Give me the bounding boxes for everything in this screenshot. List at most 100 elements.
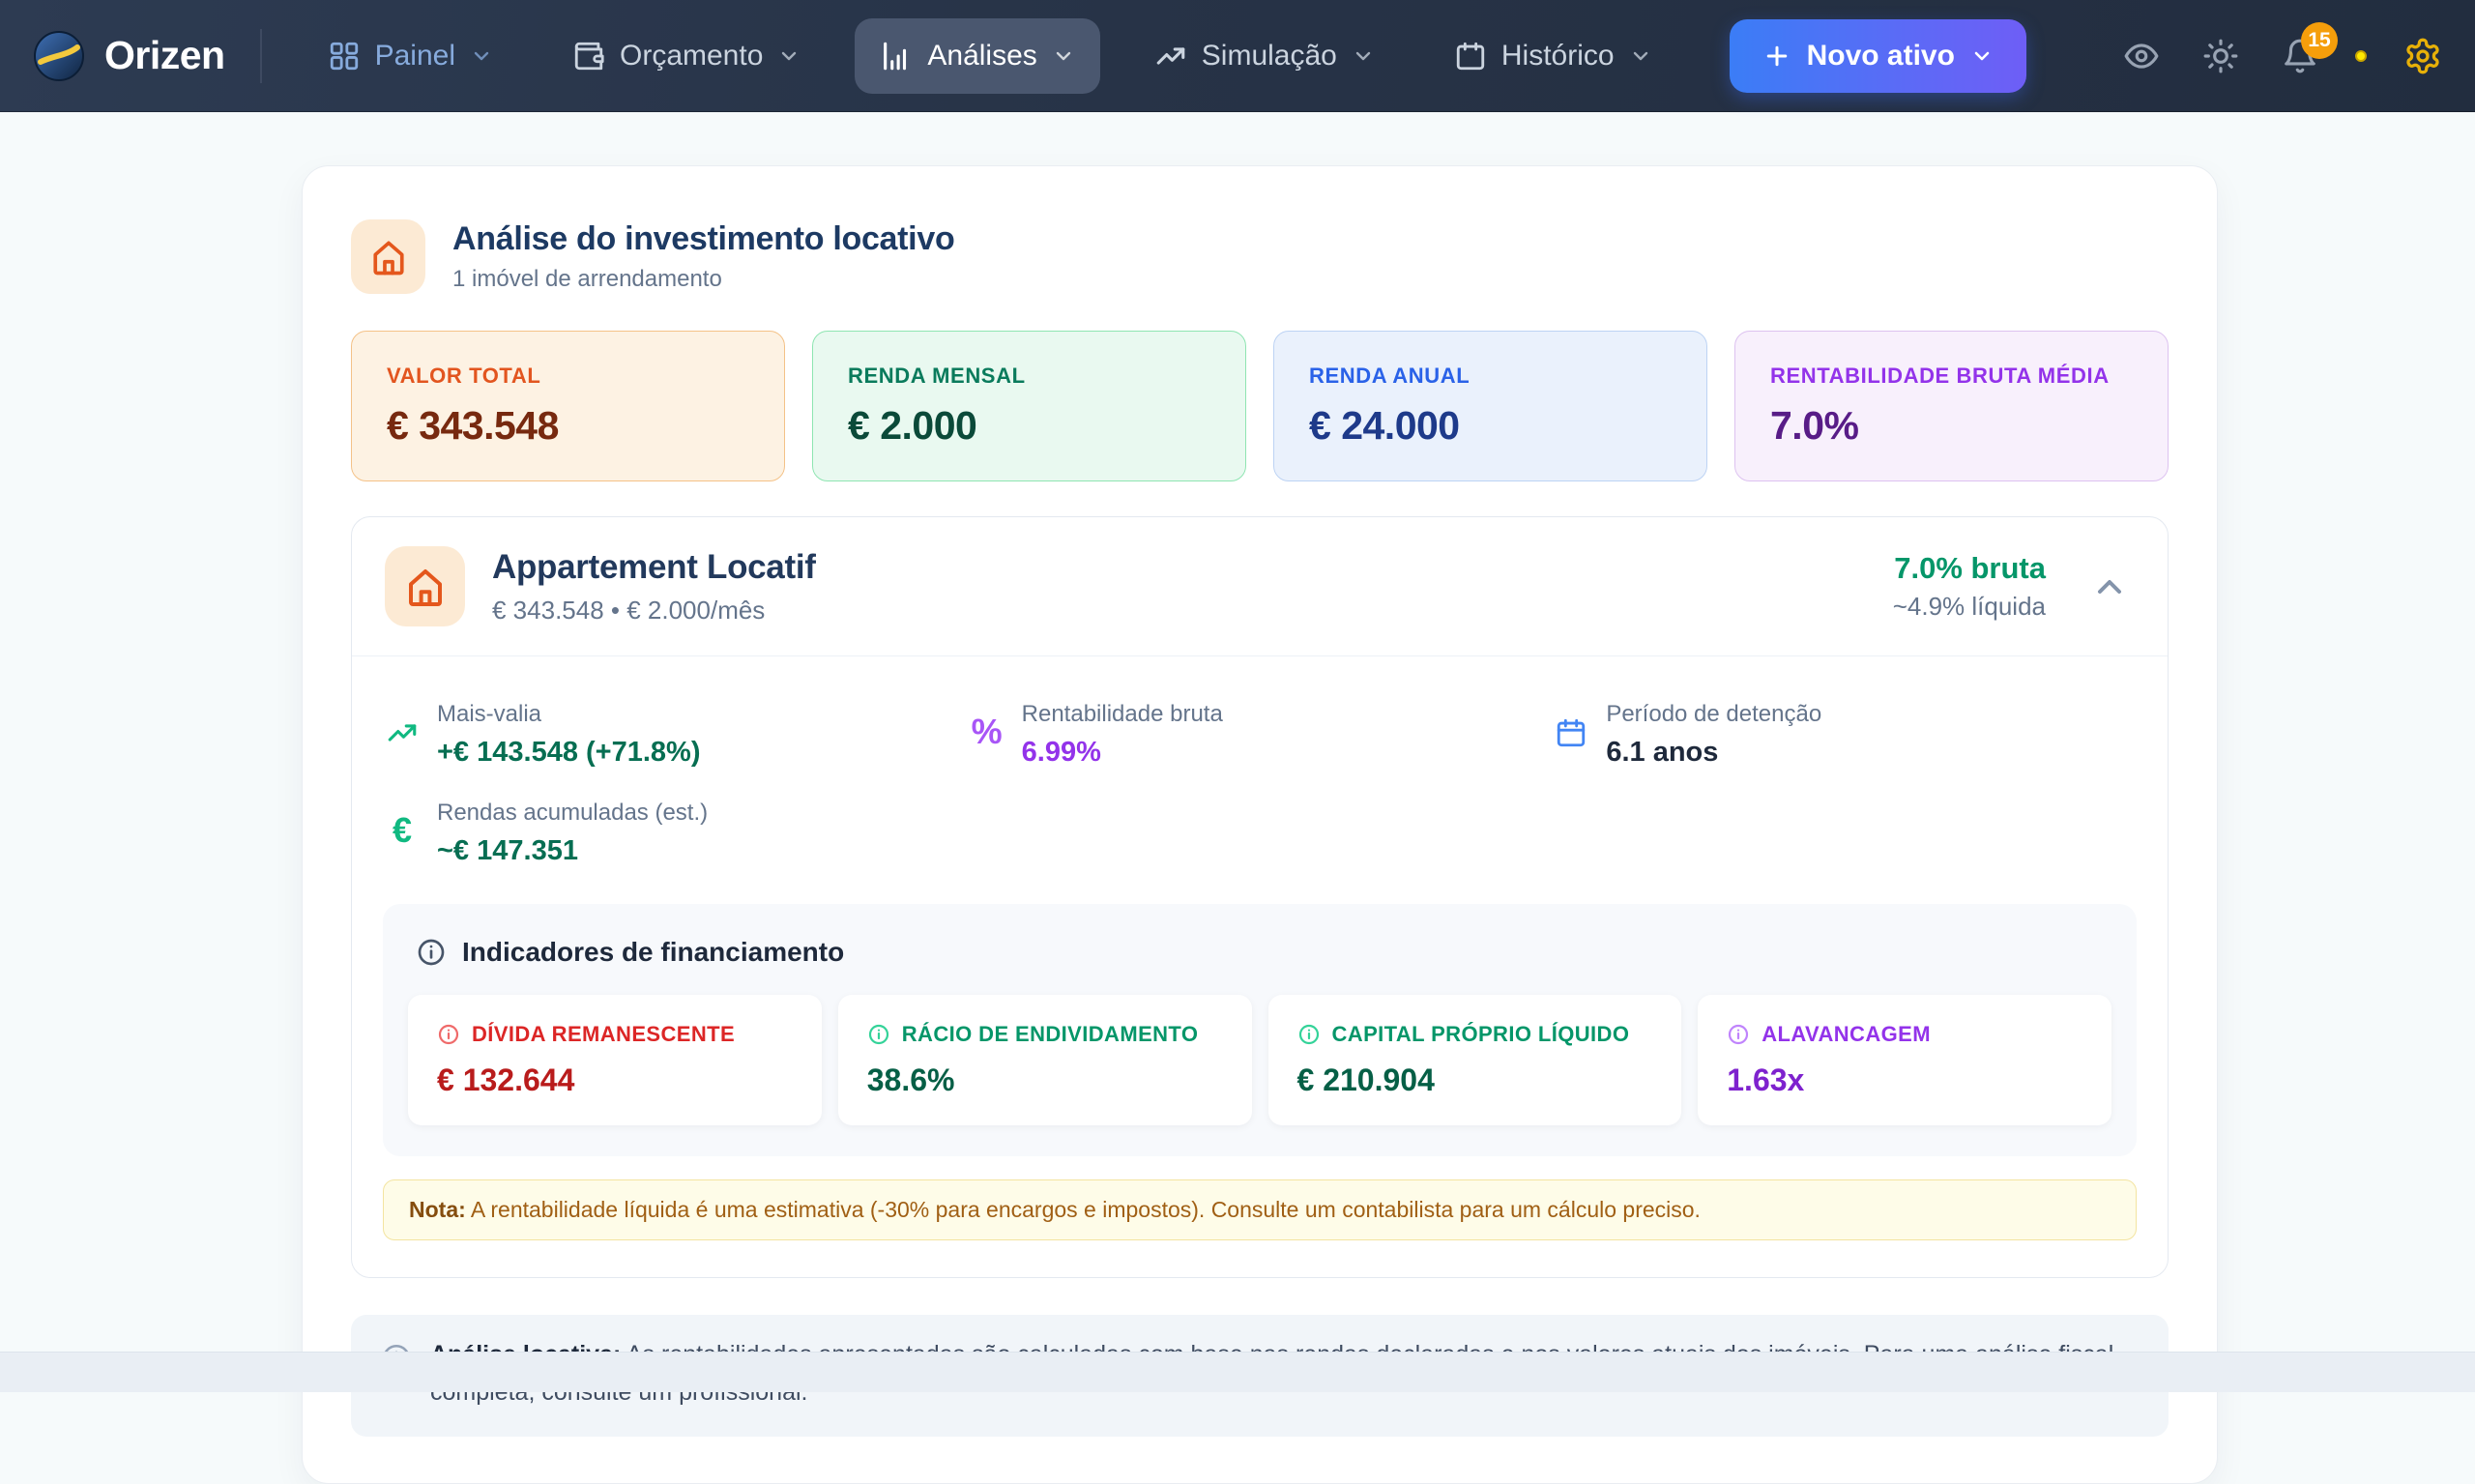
- metric-value: 6.99%: [1022, 737, 1223, 769]
- financing-value: € 132.644: [437, 1062, 793, 1098]
- metric-label: Mais-valia: [437, 701, 700, 728]
- trending-up-icon: [1154, 40, 1187, 73]
- nav-item-orcamento[interactable]: Orçamento: [547, 18, 826, 94]
- financing-label: CAPITAL PRÓPRIO LÍQUIDO: [1332, 1022, 1630, 1047]
- privacy-eye-button[interactable]: [2123, 38, 2160, 74]
- top-navbar: Orizen Painel Orçamento: [0, 0, 2475, 112]
- note-label: Nota:: [409, 1197, 466, 1222]
- nav-label: Histórico: [1501, 40, 1615, 73]
- stat-value: € 343.548: [387, 403, 749, 449]
- calendar-icon: [1552, 701, 1590, 769]
- nav-item-historico[interactable]: Histórico: [1429, 18, 1677, 94]
- notifications-button[interactable]: 15: [2282, 38, 2318, 74]
- euro-icon: €: [383, 800, 422, 867]
- new-asset-label: Novo ativo: [1807, 40, 1955, 73]
- nav-label: Simulação: [1202, 40, 1337, 73]
- settings-button[interactable]: [2403, 37, 2442, 75]
- notifications-badge: 15: [2301, 22, 2338, 59]
- property-metrics: Mais-valia +€ 143.548 (+71.8%) % Rentabi…: [383, 701, 2137, 867]
- navbar-utilities: 15: [2123, 37, 2442, 75]
- financing-card-racio: RÁCIO DE ENDIVIDAMENTO 38.6%: [838, 995, 1252, 1125]
- financing-card-alavancagem: ALAVANCAGEM 1.63x: [1698, 995, 2111, 1125]
- stat-card-renda-mensal: RENDA MENSAL € 2.000: [812, 331, 1246, 481]
- bar-chart-icon: [880, 40, 913, 73]
- stat-label: RENTABILIDADE BRUTA MÉDIA: [1770, 364, 2133, 389]
- financing-value: 38.6%: [867, 1062, 1223, 1098]
- chevron-down-icon: [1970, 44, 1994, 68]
- property-card: Appartement Locatif € 343.548 • € 2.000/…: [351, 516, 2169, 1278]
- dashboard-icon: [328, 40, 361, 73]
- nav-label: Análises: [927, 40, 1036, 73]
- stat-value: € 24.000: [1309, 403, 1672, 449]
- summary-stats: VALOR TOTAL € 343.548 RENDA MENSAL € 2.0…: [351, 331, 2169, 481]
- financing-value: 1.63x: [1727, 1062, 2082, 1098]
- property-header[interactable]: Appartement Locatif € 343.548 • € 2.000/…: [352, 517, 2168, 655]
- chevron-down-icon: [1052, 44, 1075, 68]
- house-icon: [385, 546, 465, 626]
- nav-label: Orçamento: [620, 40, 763, 73]
- page-title: Análise do investimento locativo: [452, 220, 954, 258]
- stat-value: € 2.000: [848, 403, 1210, 449]
- nav-item-analises[interactable]: Análises: [855, 18, 1099, 94]
- chevron-down-icon: [1352, 44, 1375, 68]
- stat-card-rentabilidade: RENTABILIDADE BRUTA MÉDIA 7.0%: [1734, 331, 2169, 481]
- metric-mais-valia: Mais-valia +€ 143.548 (+71.8%): [383, 701, 968, 769]
- note-banner: Nota: A rentabilidade líquida é uma esti…: [383, 1179, 2137, 1240]
- metric-value: ~€ 147.351: [437, 835, 708, 867]
- chevron-down-icon: [470, 44, 493, 68]
- metric-rendas-acumuladas: € Rendas acumuladas (est.) ~€ 147.351: [383, 800, 968, 867]
- property-summary: € 343.548 • € 2.000/mês: [492, 596, 816, 626]
- brand-logo[interactable]: Orizen: [33, 30, 225, 82]
- brand-name: Orizen: [104, 33, 225, 78]
- orizen-logo-icon: [33, 30, 85, 82]
- info-icon[interactable]: [867, 1023, 890, 1046]
- gross-yield: 7.0% bruta: [1893, 551, 2046, 586]
- page-subtitle: 1 imóvel de arrendamento: [452, 266, 954, 293]
- info-icon[interactable]: [1297, 1023, 1321, 1046]
- note-text: A rentabilidade líquida é uma estimativa…: [466, 1197, 1701, 1222]
- net-yield: ~4.9% líquida: [1893, 592, 2046, 622]
- info-icon[interactable]: [437, 1023, 460, 1046]
- calendar-icon: [1454, 40, 1487, 73]
- financing-value: € 210.904: [1297, 1062, 1653, 1098]
- percent-icon: %: [968, 701, 1006, 769]
- eye-icon: [2123, 38, 2160, 74]
- theme-toggle-button[interactable]: [2202, 38, 2239, 74]
- page-header: Análise do investimento locativo 1 imóve…: [351, 219, 2169, 294]
- stat-card-valor-total: VALOR TOTAL € 343.548: [351, 331, 785, 481]
- nav-item-painel[interactable]: Painel: [303, 18, 518, 94]
- financing-label: ALAVANCAGEM: [1762, 1022, 1931, 1047]
- financing-card-capital: CAPITAL PRÓPRIO LÍQUIDO € 210.904: [1268, 995, 1682, 1125]
- info-icon[interactable]: [416, 937, 447, 968]
- financing-section: Indicadores de financiamento DÍVIDA REMA…: [383, 904, 2137, 1156]
- metric-label: Rendas acumuladas (est.): [437, 800, 708, 827]
- stat-label: RENDA MENSAL: [848, 364, 1210, 389]
- metric-periodo-detencao: Período de detenção 6.1 anos: [1552, 701, 2137, 769]
- navbar-divider: [260, 29, 262, 83]
- house-icon: [351, 219, 425, 294]
- financing-label: RÁCIO DE ENDIVIDAMENTO: [902, 1022, 1199, 1047]
- stat-value: 7.0%: [1770, 403, 2133, 449]
- trending-up-icon: [383, 701, 422, 769]
- metric-value: 6.1 anos: [1606, 737, 1821, 769]
- financing-title: Indicadores de financiamento: [462, 937, 844, 968]
- financing-card-divida: DÍVIDA REMANESCENTE € 132.644: [408, 995, 822, 1125]
- chevron-up-icon: [2090, 567, 2129, 606]
- footer-strip: [0, 1352, 2475, 1392]
- nav-item-simulacao[interactable]: Simulação: [1129, 18, 1400, 94]
- metric-value: +€ 143.548 (+71.8%): [437, 737, 700, 769]
- nav-label: Painel: [375, 40, 455, 73]
- metric-label: Rentabilidade bruta: [1022, 701, 1223, 728]
- new-asset-button[interactable]: Novo ativo: [1730, 19, 2026, 93]
- sun-icon: [2202, 38, 2239, 74]
- metric-rentabilidade-bruta: % Rentabilidade bruta 6.99%: [968, 701, 1553, 769]
- chevron-down-icon: [1629, 44, 1652, 68]
- info-icon[interactable]: [1727, 1023, 1750, 1046]
- plus-icon: [1762, 42, 1791, 71]
- wallet-icon: [572, 40, 605, 73]
- chevron-down-icon: [777, 44, 801, 68]
- stat-label: VALOR TOTAL: [387, 364, 749, 389]
- financing-label: DÍVIDA REMANESCENTE: [472, 1022, 735, 1047]
- rental-analysis-card: Análise do investimento locativo 1 imóve…: [302, 165, 2218, 1484]
- collapse-button[interactable]: [2084, 562, 2135, 612]
